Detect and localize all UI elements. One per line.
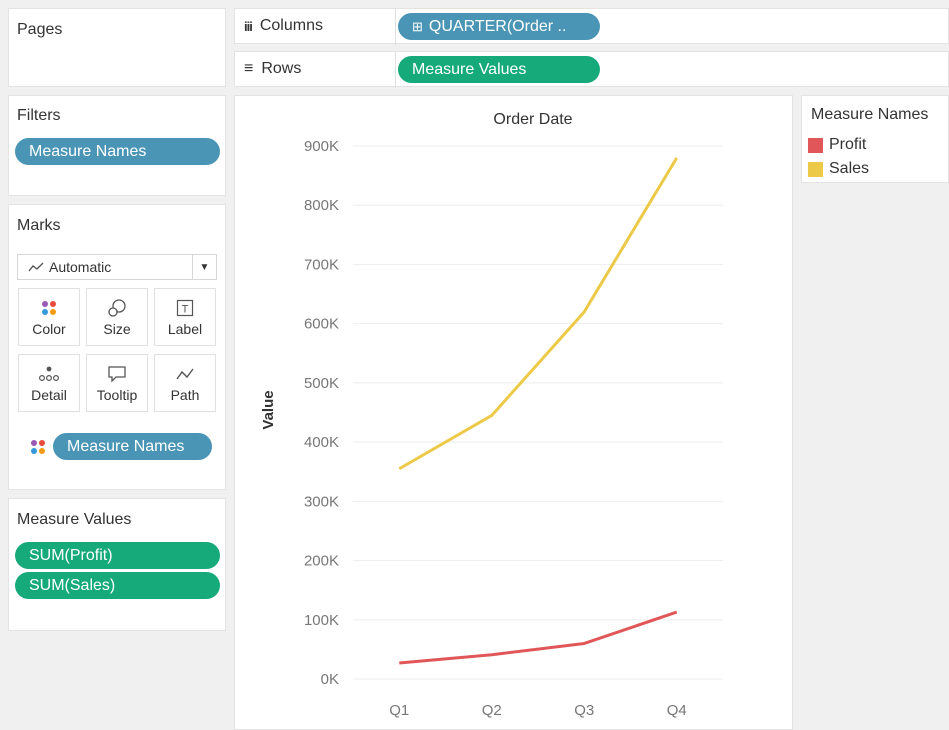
detail-label: Detail xyxy=(31,387,67,403)
legend-card: Measure Names Profit Sales xyxy=(801,95,949,183)
legend-item-profit[interactable]: Profit xyxy=(808,136,866,154)
date-field-icon: ⊞ xyxy=(412,19,423,34)
color-button[interactable]: Color xyxy=(18,288,80,346)
label-button[interactable]: T Label xyxy=(154,288,216,346)
measure-values-card: Measure Values SUM(Profit) SUM(Sales) xyxy=(8,498,226,631)
mark-type-label: Automatic xyxy=(49,259,112,275)
mark-type-dropdown[interactable]: Automatic ▼ xyxy=(17,254,217,280)
marks-title: Marks xyxy=(17,217,61,234)
label-label: Label xyxy=(167,321,203,337)
size-button[interactable]: Size xyxy=(86,288,148,346)
tooltip-icon xyxy=(108,366,126,383)
series-lines xyxy=(398,157,679,665)
columns-shelf-divider xyxy=(395,9,396,45)
marks-color-pill[interactable]: Measure Names xyxy=(53,433,212,460)
y-axis-ticks: 0K 100K 200K 300K 400K 500K 600K 700K 800K 900K xyxy=(304,138,339,688)
rows-shelf-label: ≡ Rows xyxy=(244,60,301,78)
line-mark-icon xyxy=(28,262,44,272)
measure-pill-profit[interactable]: SUM(Profit) xyxy=(15,542,220,569)
y-tick-label: 400K xyxy=(304,434,339,451)
chevron-down-icon[interactable]: ▼ xyxy=(192,255,216,279)
detail-button[interactable]: Detail xyxy=(18,354,80,412)
pages-card: Pages xyxy=(8,8,226,87)
x-tick-label: Q3 xyxy=(574,702,594,719)
rows-icon: ≡ xyxy=(244,60,254,77)
size-icon xyxy=(108,299,126,317)
legend-title: Measure Names xyxy=(811,106,929,123)
rows-shelf[interactable]: ≡ Rows Measure Values xyxy=(234,51,949,88)
y-tick-label: 500K xyxy=(304,375,339,392)
y-tick-label: 300K xyxy=(304,493,339,510)
pages-title: Pages xyxy=(17,21,63,38)
y-tick-label: 0K xyxy=(321,671,339,688)
legend-item-sales[interactable]: Sales xyxy=(808,160,869,178)
chart-title: Order Date xyxy=(493,111,572,128)
columns-shelf[interactable]: iii Columns ⊞ QUARTER(Order .. xyxy=(234,8,949,45)
detail-icon xyxy=(38,366,60,382)
measure-pill-sales[interactable]: SUM(Sales) xyxy=(15,572,220,599)
rows-pill[interactable]: Measure Values xyxy=(398,56,600,83)
rows-shelf-divider xyxy=(395,52,396,88)
path-label: Path xyxy=(170,387,200,403)
y-tick-label: 200K xyxy=(304,553,339,570)
color-encoding-icon xyxy=(31,440,45,454)
size-label: Size xyxy=(103,321,131,337)
x-axis-ticks: Q1 Q2 Q3 Q4 xyxy=(389,702,687,719)
series-line-sales[interactable] xyxy=(398,157,679,471)
color-icon xyxy=(42,301,56,315)
columns-icon: iii xyxy=(244,18,253,34)
filter-pill-measure-names[interactable]: Measure Names xyxy=(15,138,220,165)
y-axis-title: Value xyxy=(260,390,277,429)
gridlines xyxy=(353,145,723,680)
legend-label-sales: Sales xyxy=(829,160,870,177)
chart-area: Order Date Value 0K 100K 200K 300K 400K 500K 6… xyxy=(234,95,793,730)
y-tick-label: 600K xyxy=(304,316,339,333)
rows-label: Rows xyxy=(261,60,302,77)
svg-text:T: T xyxy=(182,304,189,316)
y-tick-label: 700K xyxy=(304,256,339,273)
path-button[interactable]: Path xyxy=(154,354,216,412)
marks-card: Marks Automatic ▼ Color Size T Label Det… xyxy=(8,204,226,490)
y-tick-label: 100K xyxy=(304,612,339,629)
path-icon xyxy=(176,368,194,380)
y-tick-label: 900K xyxy=(304,138,339,155)
legend-label-profit: Profit xyxy=(829,136,867,153)
y-tick-label: 800K xyxy=(304,197,339,214)
line-chart: Order Date Value 0K 100K 200K 300K 400K 500K 6… xyxy=(260,111,723,719)
measure-values-title: Measure Values xyxy=(17,511,132,528)
legend-swatch-profit xyxy=(808,137,823,153)
x-tick-label: Q2 xyxy=(482,702,502,719)
columns-pill-label: QUARTER(Order .. xyxy=(428,18,567,35)
color-label: Color xyxy=(32,321,66,337)
text-label-icon: T xyxy=(176,299,194,317)
filters-card: Filters Measure Names xyxy=(8,95,226,196)
columns-shelf-label: iii Columns xyxy=(244,17,323,35)
x-tick-label: Q1 xyxy=(389,702,409,719)
x-tick-label: Q4 xyxy=(667,702,687,719)
legend-swatch-sales xyxy=(808,161,823,177)
tooltip-label: Tooltip xyxy=(96,387,138,403)
tooltip-button[interactable]: Tooltip xyxy=(86,354,148,412)
columns-label: Columns xyxy=(259,17,323,34)
columns-pill[interactable]: ⊞ QUARTER(Order .. xyxy=(398,13,600,40)
filters-title: Filters xyxy=(17,107,61,124)
